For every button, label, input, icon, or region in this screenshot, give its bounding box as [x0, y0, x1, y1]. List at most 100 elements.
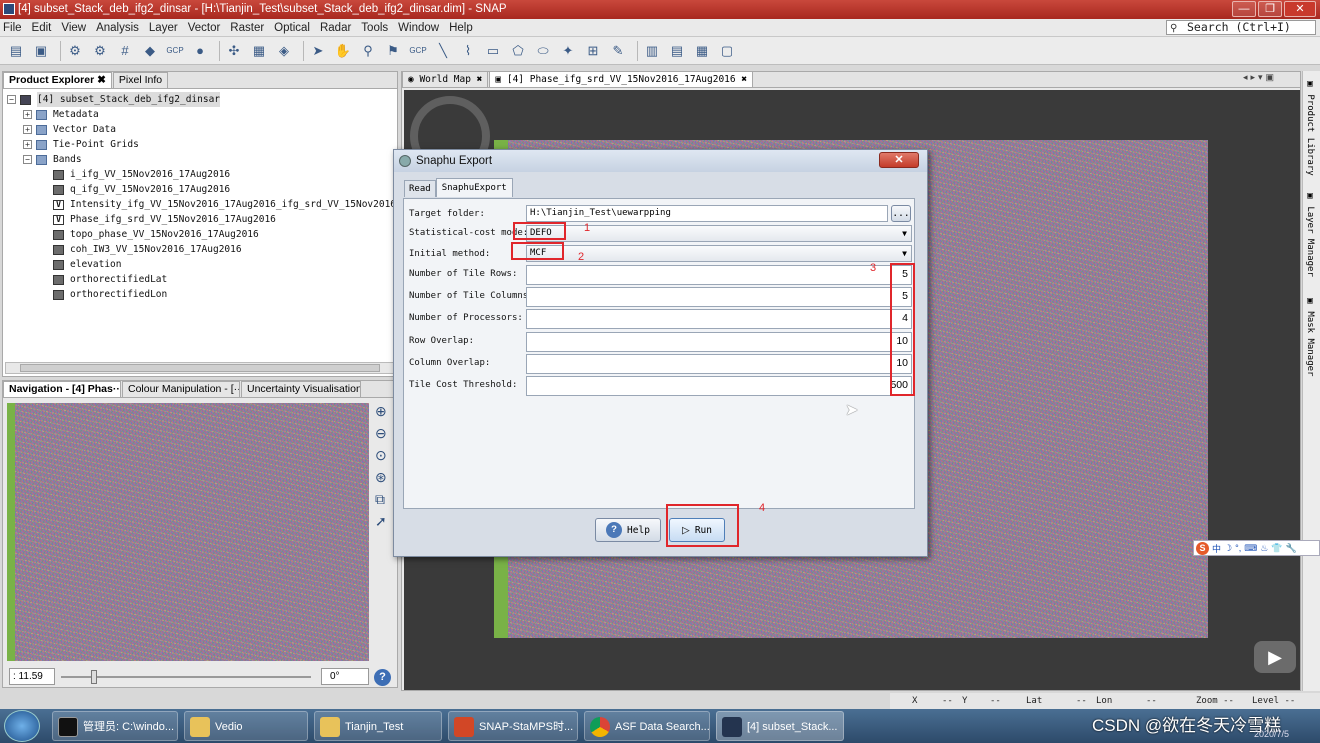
- start-button[interactable]: [4, 710, 40, 742]
- search-input[interactable]: ⚲ Search (Ctrl+I): [1166, 20, 1316, 35]
- menu-radar[interactable]: Radar: [320, 22, 351, 34]
- zoom-tool-icon[interactable]: ⚲: [358, 41, 378, 61]
- zoom-pixel-icon[interactable]: ⊙: [375, 447, 395, 464]
- polygon-tool-icon[interactable]: ⬠: [508, 41, 528, 61]
- video-play-icon[interactable]: ▶: [1254, 641, 1296, 673]
- gcp-icon[interactable]: GCP: [165, 41, 185, 61]
- row-overlap-input[interactable]: 10: [526, 332, 912, 352]
- pin-tool-icon[interactable]: ⚑: [383, 41, 403, 61]
- network-icon[interactable]: ✣: [224, 41, 244, 61]
- tree-vector-data[interactable]: + Vector Data: [23, 122, 116, 137]
- world-map-icon[interactable]: ◈: [274, 41, 294, 61]
- tile-single-icon[interactable]: ▢: [717, 41, 737, 61]
- tree-band-item[interactable]: orthorectifiedLat: [53, 272, 167, 287]
- tile-cost-threshold-input[interactable]: 500: [526, 376, 912, 396]
- tab-navigation[interactable]: Navigation - [4] Phas··· ✖: [3, 381, 121, 397]
- coregistration-icon[interactable]: ●: [190, 41, 210, 61]
- tab-product-explorer[interactable]: Product Explorer ✖: [3, 72, 112, 88]
- menu-optical[interactable]: Optical: [274, 22, 310, 34]
- zoom-slider[interactable]: [61, 670, 311, 684]
- ime-toolbar[interactable]: S 中 ☽ °, ⌨ ♨ 👕 🔧: [1193, 540, 1320, 556]
- brush-tool-icon[interactable]: ✎: [608, 41, 628, 61]
- save-product-icon[interactable]: ▣: [31, 41, 51, 61]
- tree-root[interactable]: − [4] subset_Stack_deb_ifg2_dinsar: [7, 92, 221, 107]
- grid-icon[interactable]: #: [115, 41, 135, 61]
- zoom-all-icon[interactable]: ⊛: [375, 469, 395, 486]
- magic-wand-icon[interactable]: ✦: [558, 41, 578, 61]
- taskbar-tianjin-folder[interactable]: Tianjin_Test: [314, 711, 442, 741]
- navigation-preview-image[interactable]: [7, 403, 369, 661]
- ime-settings-icon[interactable]: 🔧: [1286, 543, 1297, 554]
- zoom-slider-thumb[interactable]: [91, 670, 97, 684]
- ime-skin-icon[interactable]: ♨: [1260, 543, 1268, 554]
- menu-analysis[interactable]: Analysis: [96, 22, 139, 34]
- menu-help[interactable]: Help: [449, 22, 473, 34]
- tree-band-item[interactable]: V Phase_ifg_srd_VV_15Nov2016_17Aug2016: [53, 212, 276, 227]
- ime-keyboard-icon[interactable]: ⌨: [1244, 543, 1257, 554]
- taskbar-vedio-folder[interactable]: Vedio: [184, 711, 308, 741]
- close-button[interactable]: ✕: [1284, 1, 1316, 17]
- tab-world-map[interactable]: ◉ World Map ✖: [402, 71, 489, 87]
- editor-window-controls[interactable]: ◂▸▾▣: [1243, 72, 1297, 84]
- menu-view[interactable]: View: [61, 22, 86, 34]
- tree-bands[interactable]: − Bands: [23, 152, 82, 167]
- sync-cursor-icon[interactable]: ➚: [375, 513, 395, 530]
- tab-colour-manipulation[interactable]: Colour Manipulation - [···: [122, 381, 240, 397]
- rotation-field[interactable]: 0°: [321, 668, 369, 685]
- open-product-icon[interactable]: ▤: [6, 41, 26, 61]
- mask-manager-tab[interactable]: ▣ Mask Manager: [1305, 296, 1315, 376]
- menu-edit[interactable]: Edit: [32, 22, 52, 34]
- tab-uncertainty-visualisation[interactable]: Uncertainty Visualisation: [241, 381, 361, 397]
- menu-file[interactable]: File: [3, 22, 22, 34]
- scrollbar-thumb[interactable]: [20, 364, 380, 372]
- tile-columns-input[interactable]: 5: [526, 287, 912, 307]
- help-button[interactable]: ? Help: [595, 518, 661, 542]
- tree-band-item[interactable]: orthorectifiedLon: [53, 287, 167, 302]
- tree-band-item[interactable]: elevation: [53, 257, 121, 272]
- tile-vertical-icon[interactable]: ▦: [692, 41, 712, 61]
- zoom-factor-field[interactable]: : 11.59: [9, 668, 55, 685]
- gcp-tool-icon[interactable]: GCP: [408, 41, 428, 61]
- taskbar-snap[interactable]: [4] subset_Stack...: [716, 711, 844, 741]
- help-icon[interactable]: ?: [374, 669, 391, 686]
- tile-evenly-icon[interactable]: ▥: [642, 41, 662, 61]
- range-finder-icon[interactable]: ⊞: [583, 41, 603, 61]
- target-folder-input[interactable]: H:\Tianjin_Test\uewarpping: [526, 205, 888, 222]
- menu-tools[interactable]: Tools: [361, 22, 388, 34]
- ellipse-tool-icon[interactable]: ⬭: [533, 41, 553, 61]
- ime-moon-icon[interactable]: ☽: [1224, 543, 1232, 554]
- ime-shirt-icon[interactable]: 👕: [1271, 543, 1282, 554]
- layer-manager-tab[interactable]: ▣ Layer Manager: [1305, 191, 1315, 277]
- tree-band-item[interactable]: q_ifg_VV_15Nov2016_17Aug2016: [53, 182, 230, 197]
- line-tool-icon[interactable]: ╲: [433, 41, 453, 61]
- polyline-tool-icon[interactable]: ⌇: [458, 41, 478, 61]
- graph-builder-icon[interactable]: ⚙: [65, 41, 85, 61]
- batch-processing-icon[interactable]: ⚙: [90, 41, 110, 61]
- tab-snaphu-export[interactable]: SnaphuExport: [435, 178, 513, 197]
- tab-read[interactable]: Read: [404, 180, 436, 197]
- tab-pixel-info[interactable]: Pixel Info: [112, 72, 169, 88]
- taskbar-chrome[interactable]: ASF Data Search...: [584, 711, 710, 741]
- tree-band-item[interactable]: topo_phase_VV_15Nov2016_17Aug2016: [53, 227, 259, 242]
- browse-button[interactable]: ...: [891, 205, 911, 222]
- ime-language[interactable]: 中: [1212, 542, 1221, 555]
- select-tool-icon[interactable]: ➤: [308, 41, 328, 61]
- tile-rows-input[interactable]: 5: [526, 265, 912, 285]
- zoom-out-icon[interactable]: ⊖: [375, 425, 395, 442]
- column-overlap-input[interactable]: 10: [526, 354, 912, 374]
- taskbar-powerpoint[interactable]: SNAP-StaMPS时...: [448, 711, 578, 741]
- product-library-tab[interactable]: ▣ Product Library: [1305, 79, 1315, 176]
- tree-metadata[interactable]: + Metadata: [23, 107, 99, 122]
- rectangle-tool-icon[interactable]: ▭: [483, 41, 503, 61]
- horizontal-scrollbar[interactable]: [5, 362, 395, 374]
- pan-tool-icon[interactable]: ✋: [333, 41, 353, 61]
- tree-tie-point-grids[interactable]: + Tie-Point Grids: [23, 137, 139, 152]
- menu-window[interactable]: Window: [398, 22, 439, 34]
- stack-icon[interactable]: ◆: [140, 41, 160, 61]
- maximize-button[interactable]: ❐: [1258, 1, 1282, 17]
- dialog-close-button[interactable]: ✕: [879, 152, 919, 168]
- tab-phase-image[interactable]: ▣ [4] Phase_ifg_srd_VV_15Nov2016_17Aug20…: [489, 71, 754, 87]
- zoom-in-icon[interactable]: ⊕: [375, 403, 395, 420]
- tree-band-item[interactable]: coh_IW3_VV_15Nov2016_17Aug2016: [53, 242, 242, 257]
- tree-band-item[interactable]: i_ifg_VV_15Nov2016_17Aug2016: [53, 167, 230, 182]
